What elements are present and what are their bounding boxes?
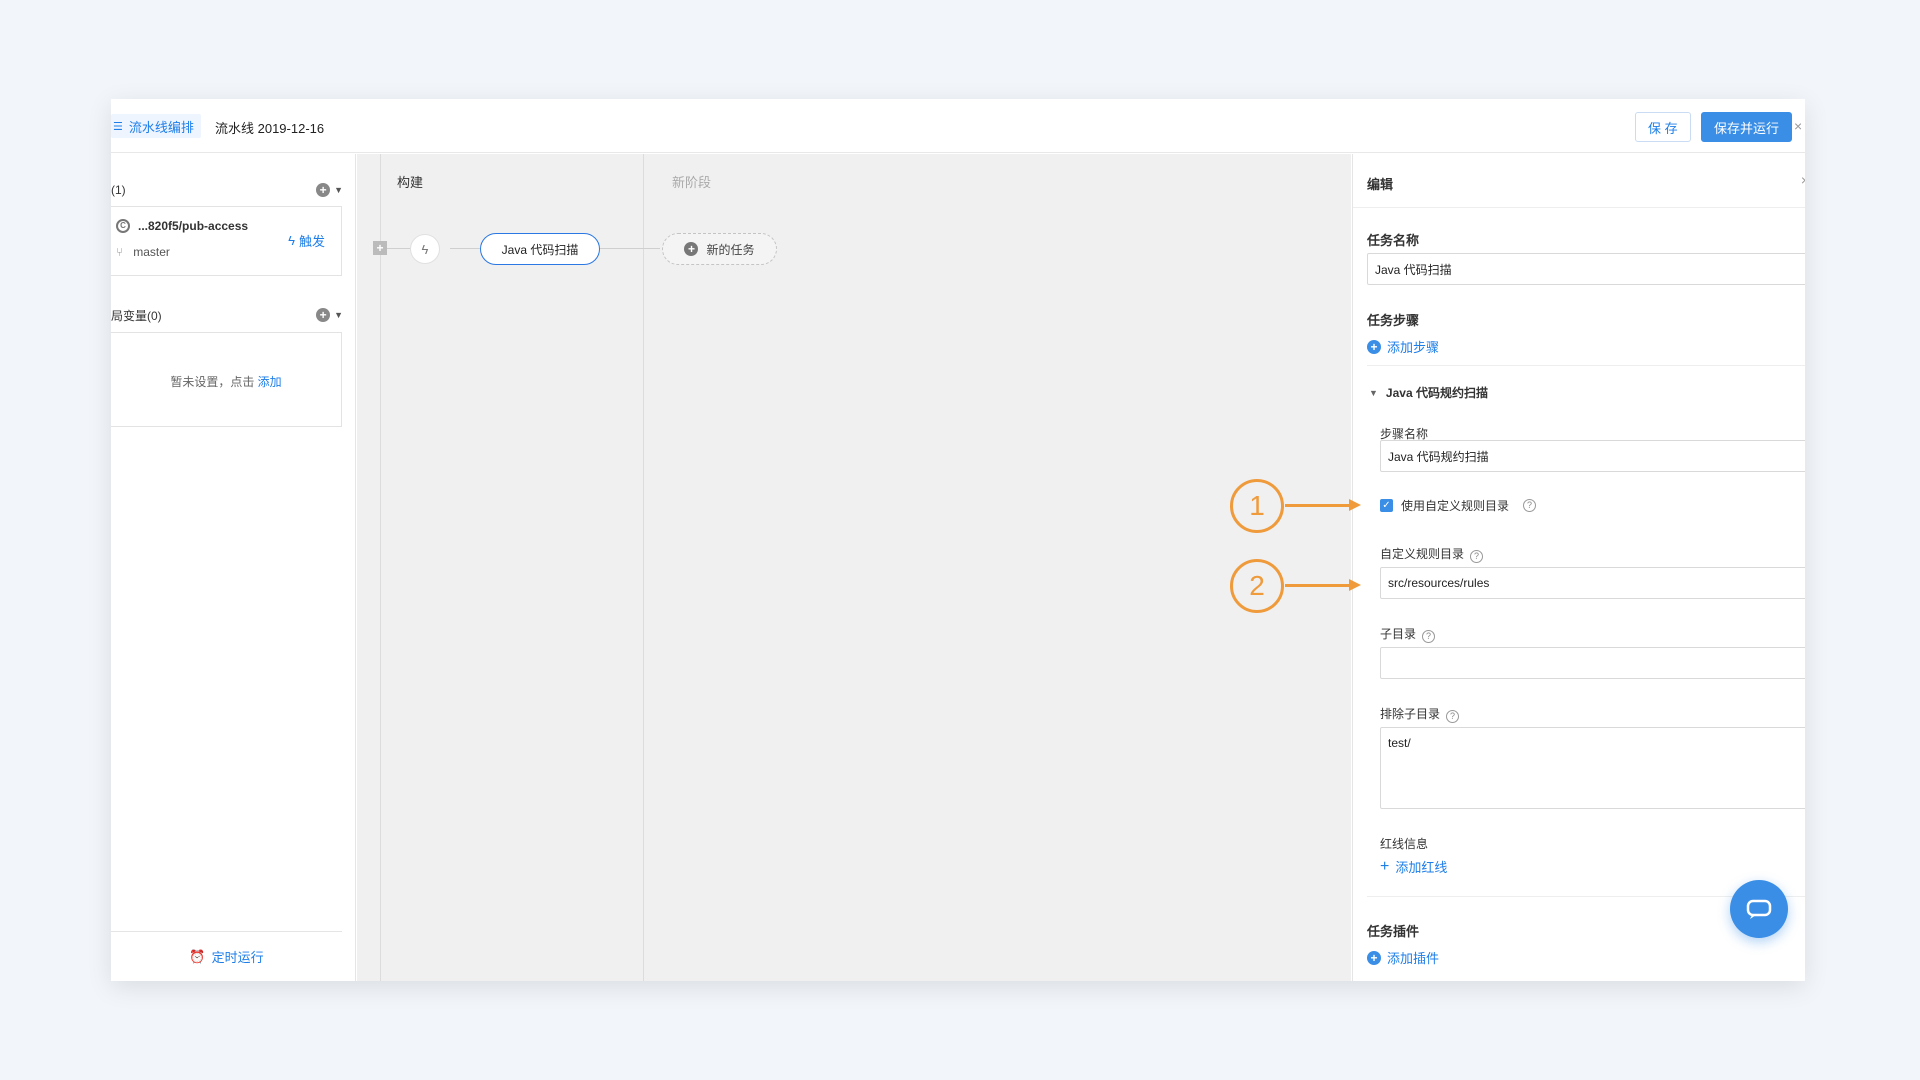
use-custom-label: 使用自定义规则目录 bbox=[1401, 499, 1510, 513]
custom-dir-label-row: 自定义规则目录? bbox=[1380, 545, 1484, 563]
annotation-marker-1: 1 bbox=[1230, 479, 1284, 533]
custom-dir-label: 自定义规则目录 bbox=[1380, 547, 1465, 561]
add-plugin-link[interactable]: + 添加插件 bbox=[1367, 948, 1439, 967]
left-panel: (1) + ▼ C ...820f5/pub-access ⑂ master ϟ… bbox=[111, 154, 356, 981]
top-bar: ☰ 流水线编排 流水线 2019-12-16 保 存 保存并运行 × bbox=[111, 99, 1805, 153]
plus-circle-icon: + bbox=[1367, 339, 1381, 354]
schedule-label: 定时运行 bbox=[211, 950, 264, 965]
edit-panel: 编辑 × 任务名称 Java 代码扫描 任务步骤 + 添加步骤 ▼ Java 代… bbox=[1352, 154, 1805, 981]
subdir-label-row: 子目录? bbox=[1380, 625, 1436, 643]
source-header-label: (1) bbox=[111, 183, 126, 197]
new-task-label: 新的任务 bbox=[706, 242, 755, 257]
use-custom-rules-checkbox[interactable]: ✓ 使用自定义规则目录 ? bbox=[1380, 497, 1537, 514]
branch-name: master bbox=[133, 245, 170, 259]
add-stage-icon[interactable]: + bbox=[373, 241, 387, 255]
save-and-run-button[interactable]: 保存并运行 bbox=[1701, 112, 1793, 142]
flow-connector bbox=[450, 248, 480, 249]
stage-new-title[interactable]: 新阶段 bbox=[672, 172, 711, 191]
trigger-node-bolt-icon[interactable]: ϟ bbox=[410, 234, 440, 264]
vars-section-header: 局变量(0) + ▼ bbox=[111, 303, 343, 327]
branch-icon: ⑂ bbox=[116, 245, 124, 259]
redline-label: 红线信息 bbox=[1380, 837, 1429, 851]
source-section-header: (1) + ▼ bbox=[111, 178, 343, 202]
plus-circle-icon: + bbox=[1367, 950, 1381, 965]
caret-down-icon[interactable]: ▼ bbox=[334, 310, 343, 320]
vars-header-label: 局变量(0) bbox=[111, 308, 162, 323]
annotation-arrow-1 bbox=[1285, 499, 1361, 511]
task-name-label: 任务名称 bbox=[1367, 233, 1420, 248]
help-icon[interactable]: ? bbox=[1523, 499, 1537, 512]
trigger-link[interactable]: ϟ 触发 bbox=[288, 231, 325, 250]
schedule-run-button[interactable]: ⏰ 定时运行 bbox=[111, 931, 342, 981]
help-icon[interactable]: ? bbox=[1422, 630, 1436, 643]
save-button[interactable]: 保 存 bbox=[1635, 112, 1691, 142]
help-icon[interactable]: ? bbox=[1446, 710, 1460, 723]
close-icon[interactable]: × bbox=[1801, 172, 1805, 188]
add-source-icon[interactable]: + bbox=[316, 183, 331, 197]
plus-circle-icon: + bbox=[684, 242, 699, 256]
step-collapse-header[interactable]: ▼ Java 代码规约扫描 bbox=[1369, 384, 1488, 401]
source-tools: + ▼ bbox=[316, 183, 343, 197]
edit-title: 编辑 bbox=[1367, 177, 1394, 192]
pipeline-title[interactable]: 流水线 2019-12-16 bbox=[215, 118, 324, 137]
add-redline-label: 添加红线 bbox=[1395, 860, 1448, 875]
vars-card: 暂未设置，点击 添加 bbox=[111, 332, 342, 427]
plugins-label: 任务插件 bbox=[1367, 924, 1420, 939]
subdir-input[interactable] bbox=[1380, 647, 1805, 679]
alarm-clock-icon: ⏰ bbox=[189, 948, 206, 964]
add-step-link[interactable]: + 添加步骤 bbox=[1367, 337, 1439, 356]
flow-connector bbox=[600, 248, 660, 249]
help-icon[interactable]: ? bbox=[1470, 550, 1484, 563]
add-redline-link[interactable]: + 添加红线 bbox=[1380, 857, 1447, 876]
step-title: Java 代码规约扫描 bbox=[1385, 386, 1488, 400]
tab-pipeline-orchestration[interactable]: ☰ 流水线编排 bbox=[111, 114, 201, 138]
pipeline-canvas: 构建 新阶段 + ϟ Java 代码扫描 + 新的任务 bbox=[357, 154, 1351, 981]
bolt-icon: ϟ bbox=[288, 233, 295, 248]
annotation-marker-2: 2 bbox=[1230, 559, 1284, 613]
checkbox-checked-icon[interactable]: ✓ bbox=[1380, 499, 1393, 512]
repo-card[interactable]: C ...820f5/pub-access ⑂ master ϟ 触发 bbox=[111, 206, 342, 276]
step-name-input[interactable]: Java 代码规约扫描 bbox=[1380, 440, 1805, 472]
edit-header: 编辑 × bbox=[1353, 154, 1805, 208]
vars-empty-text: 暂未设置，点击 bbox=[170, 375, 255, 389]
new-task-button[interactable]: + 新的任务 bbox=[662, 233, 777, 265]
stage-build-column bbox=[381, 154, 644, 981]
task-java-scan[interactable]: Java 代码扫描 bbox=[480, 233, 600, 265]
canvas-gutter bbox=[357, 154, 381, 981]
stage-build-title[interactable]: 构建 bbox=[397, 172, 423, 191]
chat-button[interactable] bbox=[1730, 880, 1788, 938]
trigger-label: 触发 bbox=[298, 234, 325, 249]
custom-dir-input[interactable]: src/resources/rules bbox=[1380, 567, 1805, 599]
add-plugin-label: 添加插件 bbox=[1387, 951, 1440, 966]
chevron-down-icon: ▼ bbox=[1369, 387, 1378, 398]
annotation-arrow-2 bbox=[1285, 579, 1361, 591]
add-step-label: 添加步骤 bbox=[1387, 340, 1440, 355]
caret-down-icon[interactable]: ▼ bbox=[334, 185, 343, 195]
steps-label: 任务步骤 bbox=[1367, 313, 1420, 328]
subdir-label: 子目录 bbox=[1380, 627, 1417, 641]
vars-add-link[interactable]: 添加 bbox=[258, 375, 282, 389]
close-icon[interactable]: × bbox=[1794, 118, 1802, 134]
exclude-textarea[interactable]: test/ bbox=[1380, 727, 1805, 809]
vars-tools: + ▼ bbox=[316, 308, 343, 322]
chat-bubble-icon bbox=[1746, 899, 1772, 919]
divider bbox=[1367, 365, 1805, 366]
branch-line: ⑂ master bbox=[116, 245, 170, 259]
repo-name: ...820f5/pub-access bbox=[138, 219, 249, 233]
tab-label: 流水线编排 bbox=[128, 119, 194, 135]
plus-icon: + bbox=[1380, 857, 1390, 875]
repo-icon: C bbox=[116, 219, 130, 233]
vars-empty-message: 暂未设置，点击 添加 bbox=[111, 373, 341, 390]
task-name-input[interactable]: Java 代码扫描 bbox=[1367, 253, 1805, 285]
exclude-label: 排除子目录 bbox=[1380, 707, 1441, 721]
pipeline-editor-window: ☰ 流水线编排 流水线 2019-12-16 保 存 保存并运行 × (1) +… bbox=[111, 99, 1805, 981]
repo-line: C ...820f5/pub-access bbox=[116, 219, 248, 233]
exclude-label-row: 排除子目录? bbox=[1380, 705, 1460, 723]
add-var-icon[interactable]: + bbox=[316, 308, 331, 322]
list-icon: ☰ bbox=[113, 120, 123, 133]
